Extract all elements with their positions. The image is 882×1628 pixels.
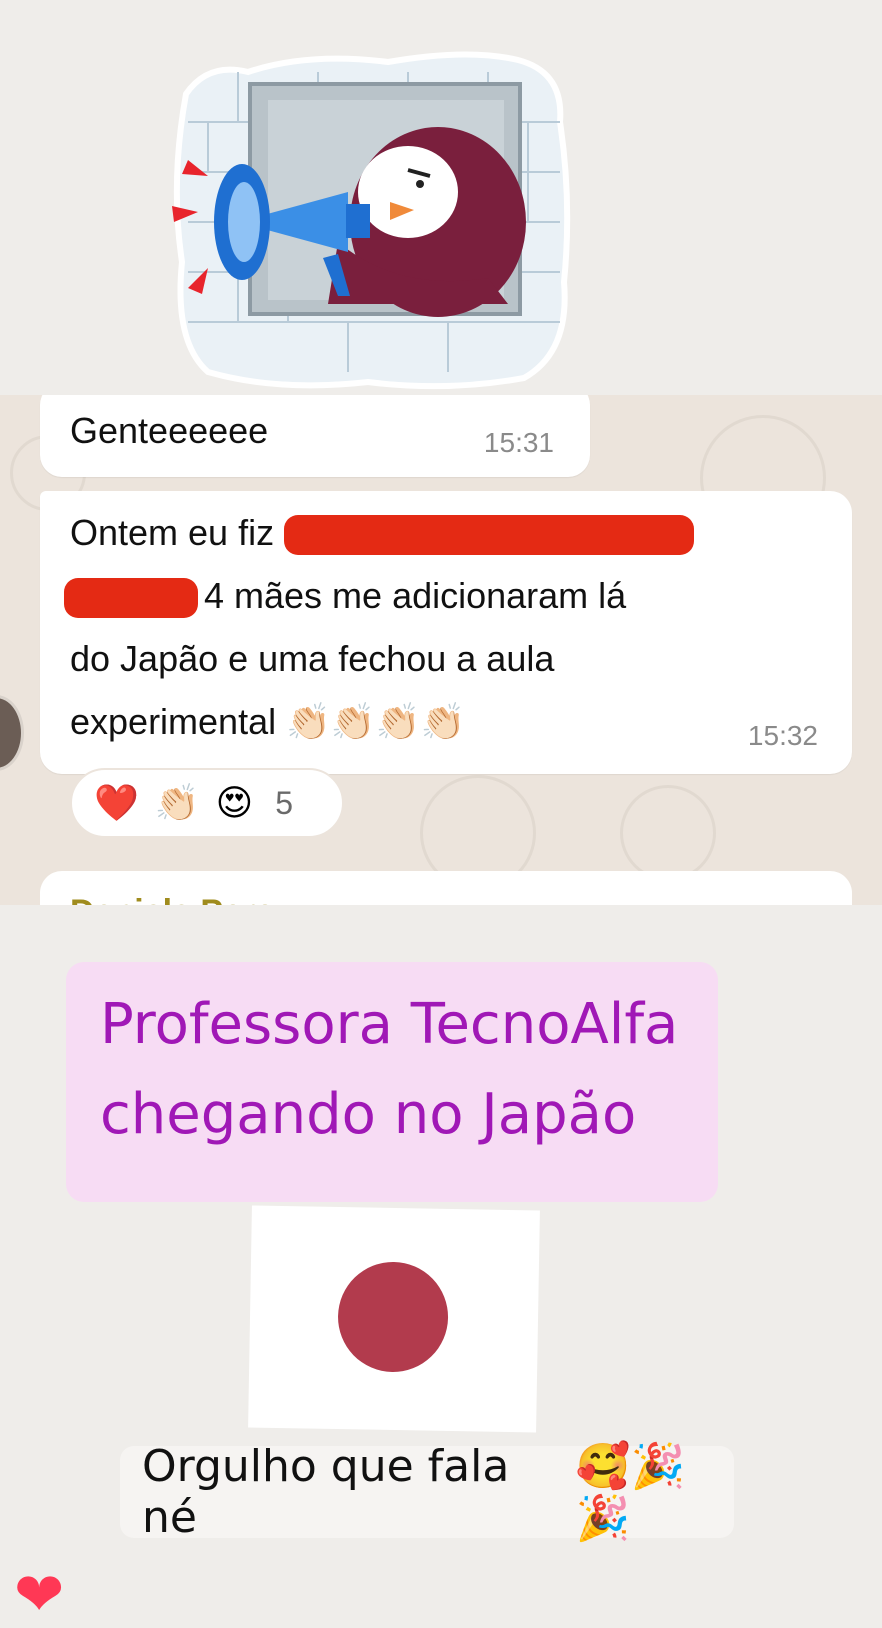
- heart-icon[interactable]: ❤: [14, 1565, 78, 1625]
- message-line: do Japão e uma fechou a aula: [70, 638, 555, 679]
- message-timestamp: 15:32: [747, 720, 818, 751]
- chat-screenshot: Genteeeeee 15:31 Ontem eu fiz 4 mães me …: [0, 395, 882, 905]
- message-text: Genteeeeee: [70, 410, 269, 451]
- party-emojis: 🥰🎉🎉: [575, 1441, 686, 1544]
- message-line: experimental 👏🏻👏🏻👏🏻👏🏻: [70, 701, 466, 742]
- message-bubble[interactable]: Genteeeeee 15:31: [40, 395, 590, 477]
- story-caption[interactable]: Professora TecnoAlfa chegando no Japão: [66, 962, 718, 1202]
- redaction-mark: [64, 578, 198, 619]
- message-timestamp: 15:31: [483, 427, 554, 458]
- flag-sun-disc: [337, 1261, 449, 1373]
- next-message-bubble[interactable]: Daniela Perez: [40, 871, 852, 905]
- megaphone-penguin-sticker: [172, 51, 571, 390]
- caption-line: Professora TecnoAlfa: [100, 992, 679, 1057]
- message-text: Ontem eu fiz 4 mães me adicionaram lá do…: [64, 501, 810, 753]
- story-text-sticker[interactable]: Orgulho que fala né 🥰🎉🎉: [120, 1441, 734, 1544]
- avatar[interactable]: [0, 695, 24, 771]
- reactions-bar[interactable]: ❤️ 👏🏻 😍 5: [70, 768, 344, 838]
- message-bubble[interactable]: Ontem eu fiz 4 mães me adicionaram lá do…: [40, 491, 852, 774]
- heart-reaction: ❤️: [94, 782, 139, 823]
- reaction-count: 5: [275, 784, 293, 821]
- redaction-mark: [284, 515, 695, 556]
- message-line: 4 mães me adicionaram lá: [64, 564, 810, 627]
- caption-line: chegando no Japão: [100, 1082, 637, 1147]
- clap-reaction: 👏🏻: [154, 782, 200, 823]
- sender-name: Daniela Perez: [70, 893, 291, 905]
- heart-eyes-reaction: 😍: [215, 782, 254, 823]
- japan-flag: [248, 1205, 540, 1433]
- message-line: Ontem eu fiz: [70, 501, 810, 564]
- pride-text: Orgulho que fala né: [142, 1441, 510, 1543]
